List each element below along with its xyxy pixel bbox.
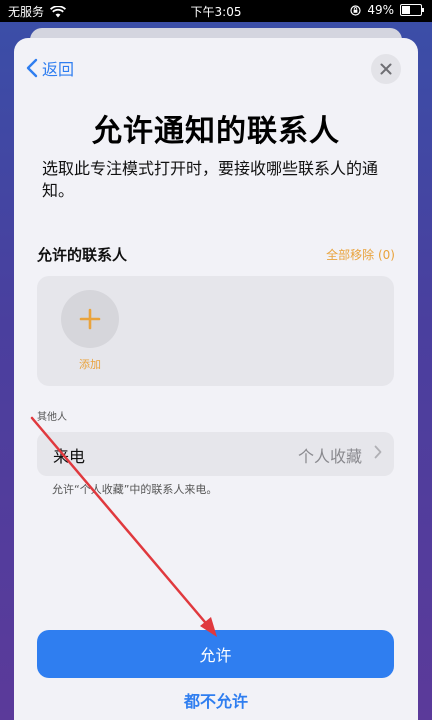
allow-button-label: 允许 [199,646,232,665]
close-button[interactable] [371,54,401,84]
status-right: 49% [350,3,424,17]
calls-label: 来电 [53,447,86,466]
calls-value: 个人收藏 [297,447,362,466]
battery-fill [402,6,410,14]
back-label: 返回 [42,60,75,79]
page-title: 允许通知的联系人 [92,114,340,149]
battery-icon [400,4,424,16]
chevron-right-icon [374,445,382,459]
modal-sheet: 返回 允许通知的联系人 选取此专注模式打开时，要接收哪些联系人的通知。 允许的联… [14,38,418,720]
calls-footnote: 允许“个人收藏”中的联系人来电。 [52,483,218,496]
allowed-contacts-card: 添加 [37,276,394,386]
add-contact-label: 添加 [79,358,101,371]
allow-button[interactable]: 允许 [37,630,394,678]
chevron-left-icon [26,58,38,78]
calls-from-row[interactable]: 来电 个人收藏 [37,432,394,476]
allowed-contacts-label: 允许的联系人 [37,246,128,264]
back-button[interactable]: 返回 [26,56,74,80]
add-contact-button[interactable] [61,290,119,348]
allow-none-button[interactable]: 都不允许 [14,688,418,712]
allowed-contacts-header: 允许的联系人 全部移除 (0) [37,244,395,265]
status-bar: 无服务 下午3:05 49% [0,0,432,22]
orientation-lock-icon [350,4,361,16]
others-section-label: 其他人 [37,412,67,423]
battery-percent: 49% [367,3,394,17]
remove-all-button[interactable]: 全部移除 (0) [326,246,395,263]
page-subtitle: 选取此专注模式打开时，要接收哪些联系人的通知。 [42,159,379,200]
close-icon [380,63,392,75]
plus-icon [79,308,101,330]
